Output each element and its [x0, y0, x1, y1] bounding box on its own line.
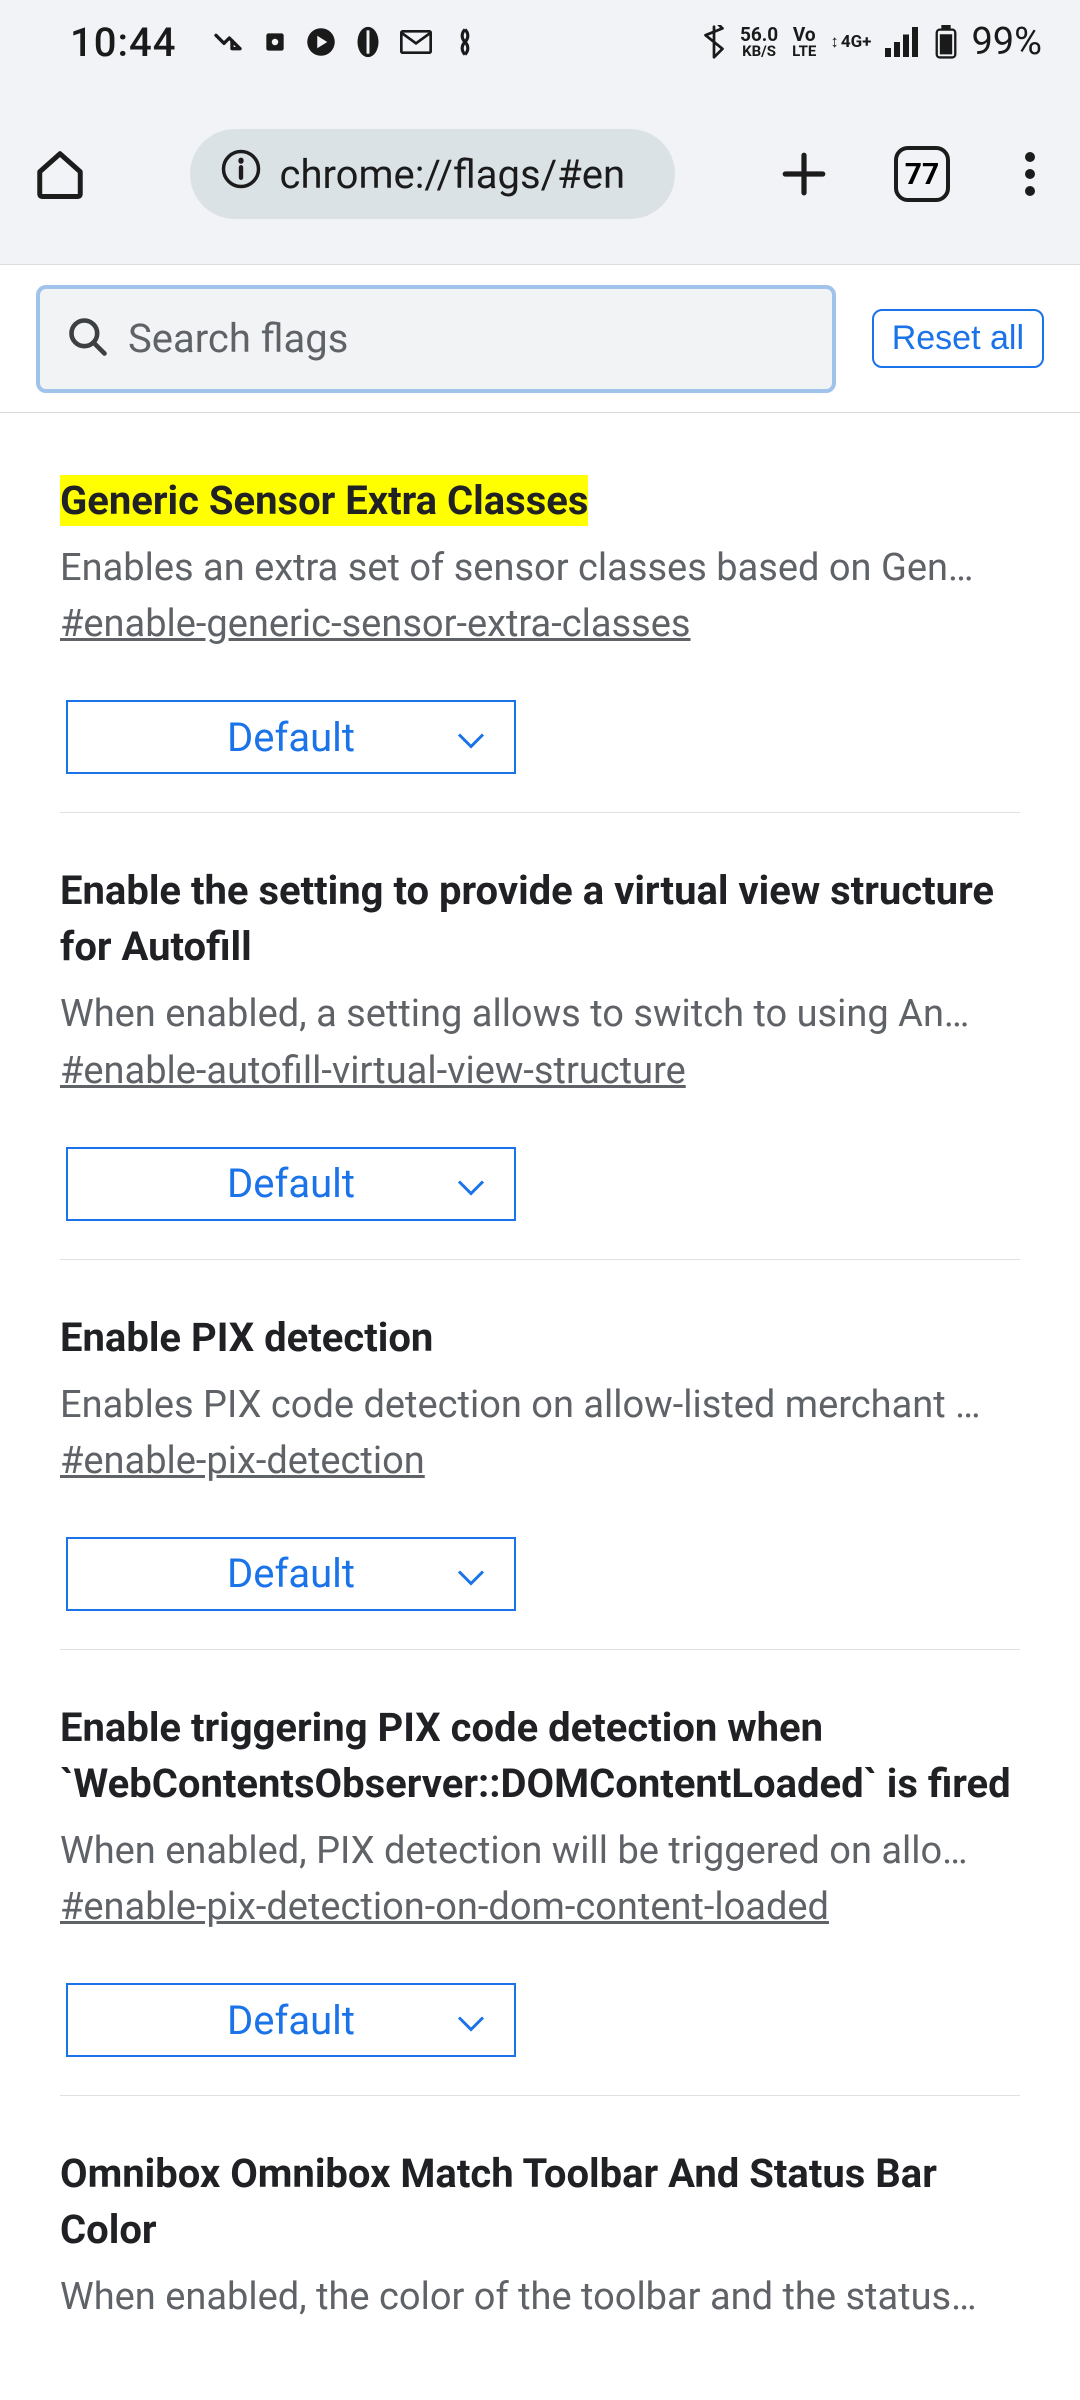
missed-call-icon — [212, 26, 244, 58]
flags-searchbar: Reset all — [0, 265, 1080, 413]
home-button[interactable] — [30, 144, 90, 204]
battery-icon — [935, 25, 957, 59]
flag-anchor-link[interactable]: #enable-autofill-virtual-view-structure — [60, 1049, 686, 1093]
flag-select-dropdown[interactable]: Default — [66, 700, 516, 774]
flag-title: Enable triggering PIX code detection whe… — [60, 1700, 1020, 1812]
signal-icon — [885, 27, 921, 57]
flag-description: When enabled, PIX detection will be trig… — [60, 1826, 1020, 1877]
new-tab-button[interactable] — [774, 144, 834, 204]
flag-select-value: Default — [227, 714, 355, 761]
flag-anchor-link[interactable]: #enable-pix-detection — [60, 1439, 425, 1483]
page-content: Reset all Generic Sensor Extra Classes E… — [0, 264, 1080, 2400]
reset-all-button[interactable]: Reset all — [872, 309, 1044, 368]
chevron-down-icon — [456, 1997, 486, 2044]
app-icon-3 — [450, 27, 480, 57]
flag-item: Enable the setting to provide a virtual … — [60, 813, 1020, 1259]
flag-description: Enables PIX code detection on allow-list… — [60, 1380, 1020, 1431]
flag-select-dropdown[interactable]: Default — [66, 1537, 516, 1611]
network-gen: ↕4G+ — [830, 34, 871, 51]
search-flags-box[interactable] — [36, 285, 836, 393]
flag-title: Omnibox Omnibox Match Toolbar And Status… — [60, 2146, 1020, 2258]
battery-percent: 99% — [971, 20, 1042, 64]
bluetooth-icon — [702, 25, 726, 59]
network-speed: 56.0 KB/S — [740, 25, 778, 59]
status-time: 10:44 — [70, 19, 176, 66]
flag-anchor-link[interactable]: #enable-pix-detection-on-dom-content-loa… — [60, 1885, 829, 1929]
tab-switcher-button[interactable]: 77 — [894, 146, 950, 202]
android-statusbar: 10:44 56.0 KB/S Vo LTE — [0, 0, 1080, 84]
flags-list: Generic Sensor Extra Classes Enables an … — [0, 413, 1080, 2361]
flag-item: Omnibox Omnibox Match Toolbar And Status… — [60, 2096, 1020, 2361]
flag-select-value: Default — [227, 1997, 355, 2044]
flag-description: When enabled, a setting allows to switch… — [60, 989, 1020, 1040]
flag-title: Enable the setting to provide a virtual … — [60, 863, 1020, 975]
flag-title: Enable PIX detection — [60, 1310, 1020, 1366]
chevron-down-icon — [456, 1550, 486, 1597]
flag-description: Enables an extra set of sensor classes b… — [60, 543, 1020, 594]
search-flags-input[interactable] — [128, 315, 806, 362]
flag-select-value: Default — [227, 1160, 355, 1207]
flag-description: When enabled, the color of the toolbar a… — [60, 2272, 1020, 2323]
app-icon — [262, 29, 288, 55]
more-menu-button[interactable] — [1010, 150, 1050, 198]
url-text: chrome://flags/#en — [280, 151, 626, 198]
flag-select-dropdown[interactable]: Default — [66, 1983, 516, 2057]
flag-item: Enable PIX detection Enables PIX code de… — [60, 1260, 1020, 1650]
chevron-down-icon — [456, 714, 486, 761]
gmail-icon — [400, 29, 432, 55]
flag-anchor-link[interactable]: #enable-generic-sensor-extra-classes — [60, 602, 691, 646]
chevron-down-icon — [456, 1160, 486, 1207]
app-icon-2 — [354, 25, 382, 59]
flag-item: Enable triggering PIX code detection whe… — [60, 1650, 1020, 2096]
chrome-toolbar: chrome://flags/#en 77 — [0, 84, 1080, 264]
flag-item: Generic Sensor Extra Classes Enables an … — [60, 413, 1020, 813]
search-icon — [66, 315, 110, 363]
play-icon — [306, 27, 336, 57]
flag-select-dropdown[interactable]: Default — [66, 1147, 516, 1221]
volte-indicator: Vo LTE — [792, 25, 816, 59]
info-icon — [220, 148, 262, 200]
flag-select-value: Default — [227, 1550, 355, 1597]
url-bar[interactable]: chrome://flags/#en — [190, 129, 675, 219]
flag-title: Generic Sensor Extra Classes — [60, 473, 1020, 529]
tab-count: 77 — [905, 157, 939, 192]
